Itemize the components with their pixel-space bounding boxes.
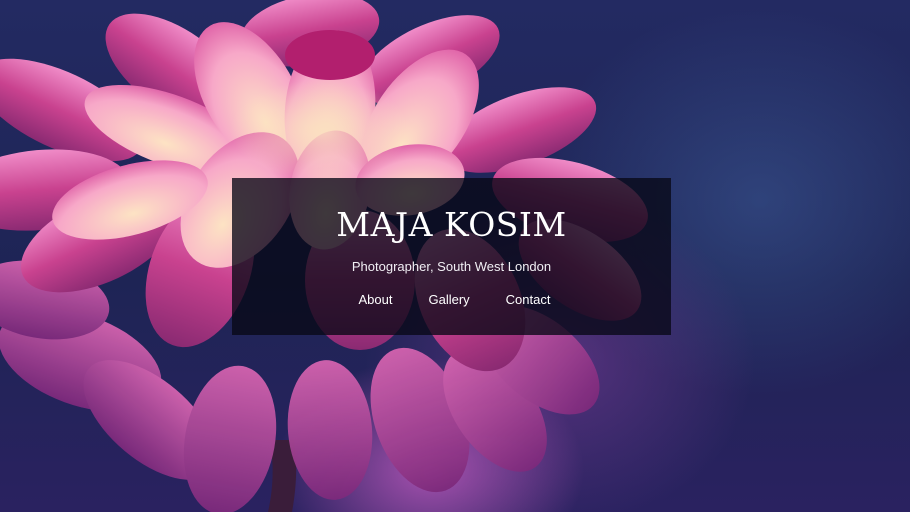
nav-link-about[interactable]: About	[359, 291, 393, 309]
title-overlay-box: MAJA KOSIM Photographer, South West Lond…	[232, 178, 671, 335]
main-nav: About Gallery Contact	[232, 291, 671, 309]
nav-link-contact[interactable]: Contact	[506, 291, 551, 309]
site-title: MAJA KOSIM	[336, 205, 567, 244]
nav-link-gallery[interactable]: Gallery	[428, 291, 469, 309]
hero-section: MAJA KOSIM Photographer, South West Lond…	[0, 0, 910, 512]
site-tagline: Photographer, South West London	[351, 259, 552, 274]
